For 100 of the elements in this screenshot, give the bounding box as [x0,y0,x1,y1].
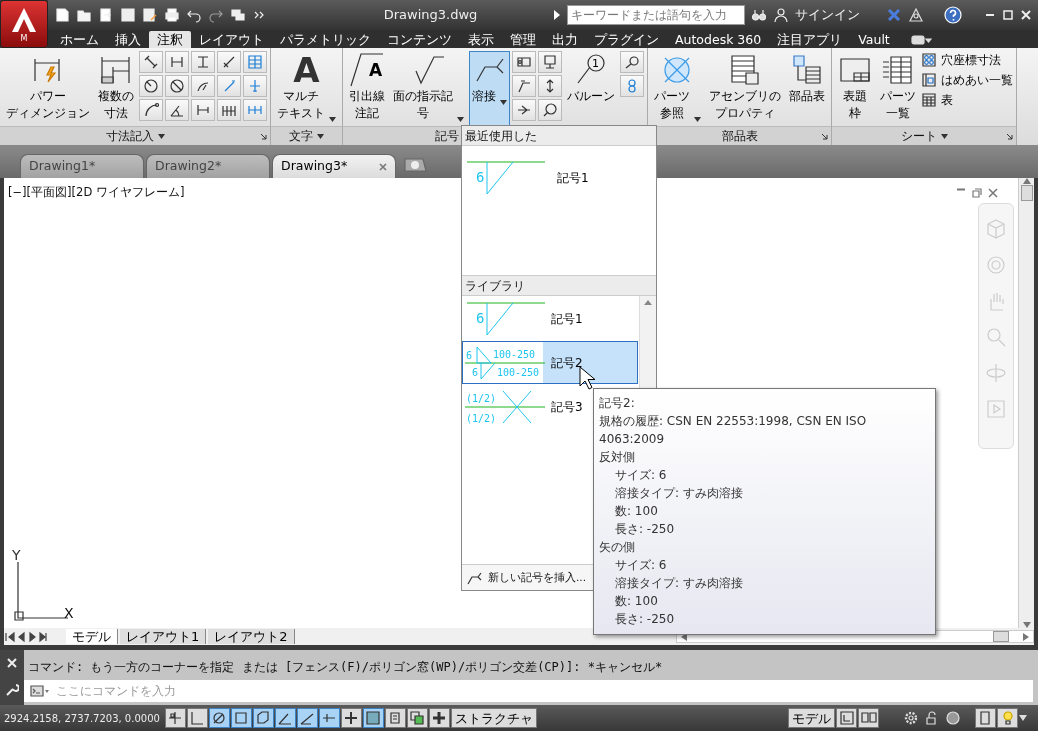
status-button[interactable] [997,708,1018,728]
document-tab[interactable]: Drawing3* [272,154,396,178]
binoculars-icon[interactable] [751,7,767,23]
tool-button[interactable] [139,99,163,121]
toggle-button[interactable] [406,708,428,728]
ribbon-button[interactable]: A マルチ テキスト [274,51,339,126]
ribbon-tab[interactable]: 表示 [460,31,502,48]
tool-button[interactable] [165,99,189,121]
toggle-button[interactable] [340,708,362,728]
ribbon-tab[interactable]: ホーム [52,31,107,48]
tool-button[interactable] [165,75,189,97]
triangle-icon[interactable] [908,7,924,23]
hole-grid-icon [921,52,937,68]
ribbon-tab[interactable]: パラメトリック [272,31,379,48]
symbol-item[interactable]: 6 記号1 [462,297,638,340]
windows-icon[interactable] [230,7,246,23]
ribbon-tab[interactable]: 管理 [502,31,544,48]
ribbon-toggle-icon[interactable] [909,34,932,46]
ribbon-tab[interactable]: Autodesk 360 [667,31,770,48]
cross-logo-icon[interactable] [886,7,902,23]
toggle-button[interactable] [274,708,296,728]
tool-button[interactable] [191,75,215,97]
new-tab-button[interactable] [402,156,428,174]
ribbon-button[interactable]: 複数の 寸法 [95,51,137,126]
tool-button[interactable] [217,99,241,121]
launcher-icon[interactable] [821,133,828,140]
printer-icon[interactable] [164,7,180,23]
ribbon-button[interactable]: 1 バルーン [564,51,618,126]
tool-button[interactable] [512,99,536,121]
sign-in-link[interactable]: サインイン [795,5,880,25]
status-button[interactable]: モデル [788,708,835,728]
maximize-button[interactable] [1002,9,1014,21]
ribbon-tab[interactable]: コンテンツ [379,31,460,48]
layout-tab[interactable]: レイアウト1 [120,629,207,644]
user-icon[interactable] [773,7,789,23]
ribbon-button[interactable]: 表 [921,91,1013,109]
help-icon[interactable] [944,6,962,24]
new-document-icon[interactable] [54,7,70,23]
toggle-button[interactable] [186,708,208,728]
ribbon-button[interactable]: 溶接 [469,51,510,126]
toggle-button[interactable] [252,708,274,728]
ribbon-button[interactable]: パーツ 参照 [651,51,704,126]
hardware-icon[interactable] [943,710,963,726]
scroll-up-icon[interactable] [644,300,652,305]
toggle-button[interactable] [318,708,340,728]
symbol-item[interactable]: 6 記号1 [462,156,638,199]
ribbon-tab[interactable]: Vault [850,31,898,48]
ribbon-button[interactable]: パワー ディメンジョン [3,51,93,126]
tool-button[interactable] [512,51,536,73]
ribbon-tab[interactable]: 挿入 [107,31,149,48]
document-tab[interactable]: Drawing2* [146,154,270,178]
ribbon-tab[interactable]: 注目アプリ [769,31,851,48]
scrollbar-thumb[interactable] [1020,185,1033,201]
tool-button[interactable] [538,75,562,97]
status-button[interactable] [836,708,857,728]
vertical-dimension-icon [195,54,211,70]
layout-tab[interactable]: レイアウト2 [208,629,295,644]
tool-button[interactable] [538,99,562,121]
status-button[interactable] [858,708,879,728]
ribbon-button[interactable]: 部品表 [786,51,828,126]
folder-icon[interactable] [76,7,92,23]
ribbon-button[interactable]: 穴座標寸法 [921,51,1013,69]
ribbon-button[interactable]: パーツ 一覧 [877,51,919,126]
scroll-right-icon[interactable] [1023,632,1029,641]
launcher-icon[interactable] [1006,133,1013,140]
symbol-item[interactable]: 6 100-250 6 100-250 記号2 [462,341,638,384]
status-button[interactable] [975,708,996,728]
layout-tab[interactable]: モデル [66,629,118,644]
ribbon-button[interactable]: 面の指示記 号 [390,51,467,126]
toggle-button[interactable] [230,708,252,728]
launcher-icon[interactable] [260,133,267,140]
minimize-button[interactable] [984,13,996,17]
status-button[interactable]: ストラクチャ [450,708,537,728]
save-icon[interactable] [120,7,136,23]
viewport-label[interactable]: [−][平面図][2D ワイヤフレーム] [8,185,185,199]
toggle-button[interactable] [384,708,406,728]
close-button[interactable] [1020,9,1032,21]
ribbon-button[interactable]: はめあい一覧 [921,71,1013,89]
document-tab[interactable]: Drawing1* [20,154,144,178]
save-as-icon[interactable] [142,7,158,23]
tool-button[interactable] [139,51,163,73]
scrollbar-thumb[interactable] [993,631,1009,642]
tool-button[interactable] [217,51,241,73]
toggle-button[interactable] [428,708,450,728]
ribbon-tab[interactable]: レイアウト [191,31,272,48]
ribbon-button[interactable]: 表題 枠 [835,51,875,126]
application-button[interactable]: M [0,0,48,48]
ribbon-tab[interactable]: 注釈 [149,31,191,48]
ribbon-tab[interactable]: プラグイン [586,31,667,48]
toggle-button[interactable] [362,708,384,728]
ribbon-tab[interactable]: 出力 [544,31,586,48]
ribbon-button[interactable]: アセンブリの プロパティ [706,51,784,126]
tool-button[interactable] [139,75,163,97]
tool-button[interactable] [620,51,644,73]
ribbon-button[interactable]: A 引出線 注記 [346,51,388,126]
toggle-button[interactable] [164,708,186,728]
toggle-button[interactable] [296,708,318,728]
search-field[interactable]: キーワードまたは語句を入力 [567,5,745,25]
toggle-button[interactable] [208,708,230,728]
button-label: 表題 [843,88,867,105]
